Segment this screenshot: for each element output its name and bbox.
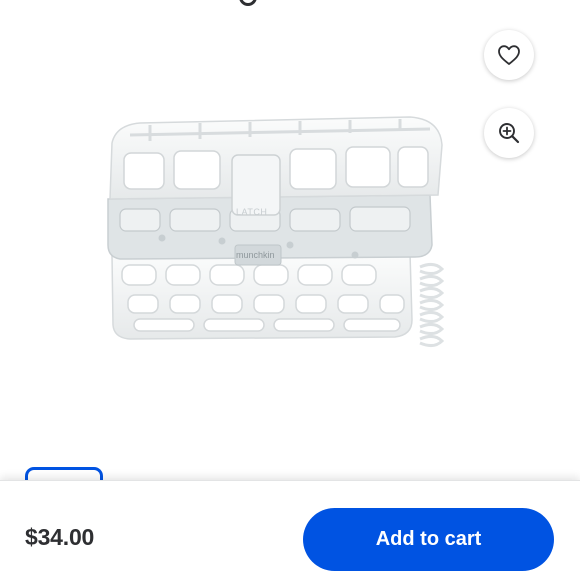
zoom-in-icon: [499, 123, 520, 144]
price: $34.00: [25, 524, 95, 550]
add-to-cart-bar: $34.00 Add to cart: [0, 480, 580, 581]
product-image[interactable]: [90, 95, 490, 365]
add-to-cart-button[interactable]: Add to cart: [303, 508, 554, 571]
brand-embossed-text: munchkin: [236, 250, 275, 260]
favorite-button[interactable]: [484, 30, 534, 80]
heart-icon: [498, 45, 520, 65]
latch-embossed-text: LATCH: [236, 207, 268, 217]
product-page: LATCH munchkin $34.00 Add to cart: [0, 0, 580, 581]
zoom-button[interactable]: [484, 108, 534, 158]
carousel-indicator: [239, 0, 257, 6]
